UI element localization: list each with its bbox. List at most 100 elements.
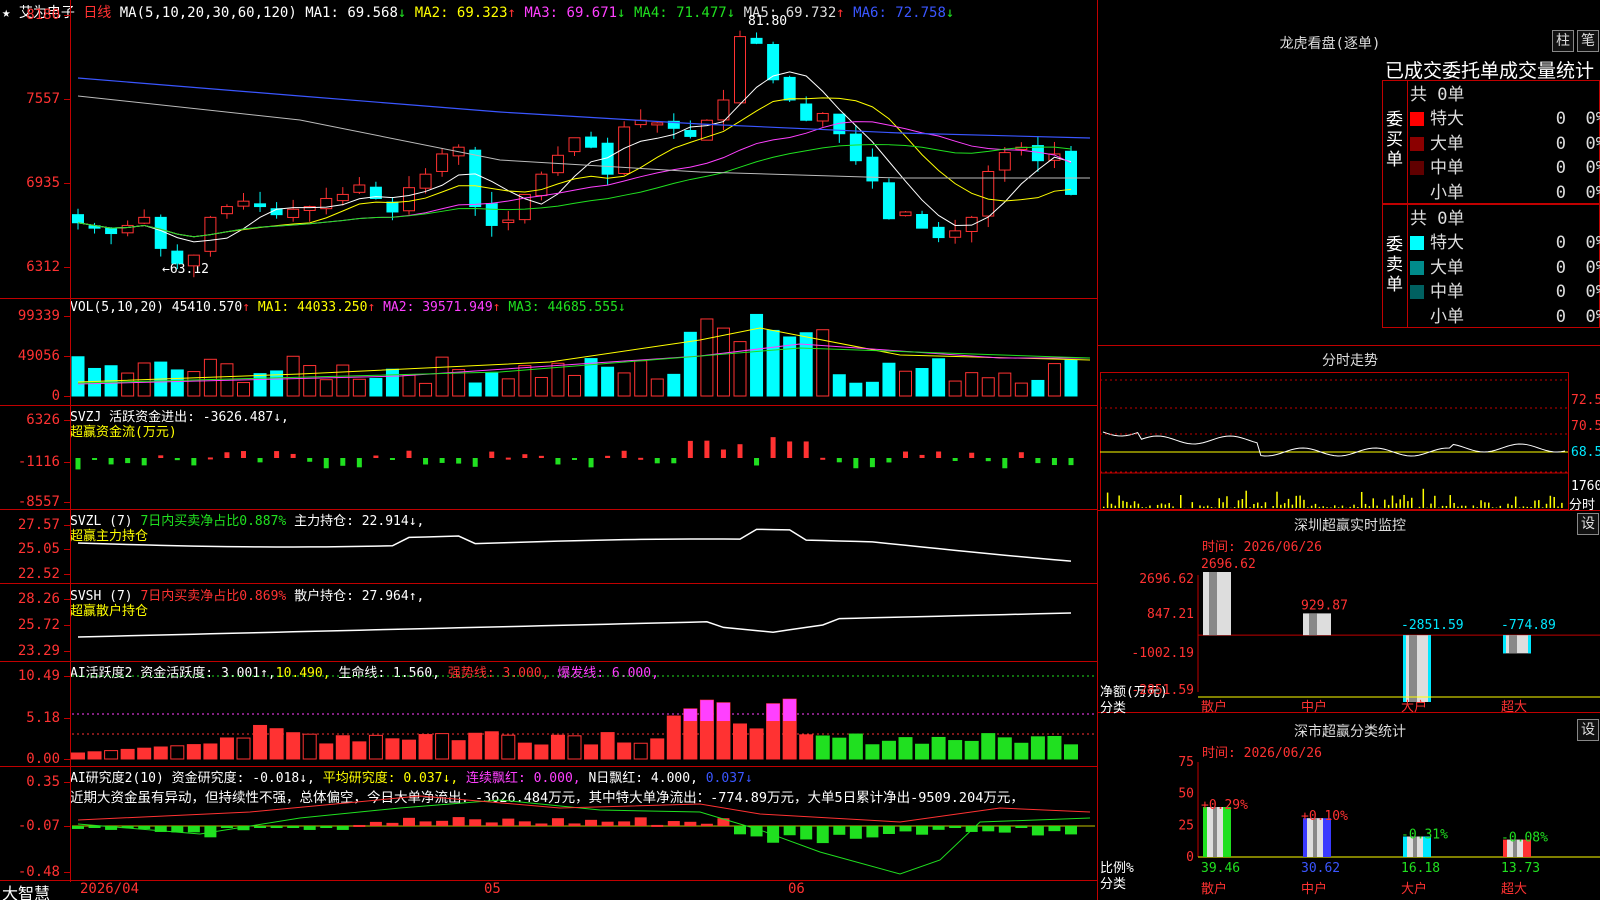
y-tick: [64, 396, 70, 397]
flow-bar: [224, 452, 230, 458]
research-bar: [220, 826, 233, 828]
active-bar: [203, 743, 218, 760]
y-tick: [64, 525, 70, 526]
active-bar: [931, 736, 946, 760]
volume-bar: [1014, 382, 1028, 397]
volume-bar: [237, 382, 250, 397]
flow-bar: [158, 455, 164, 458]
active-bar: [402, 739, 416, 760]
active-bar: [104, 750, 119, 760]
research-bar: [353, 824, 366, 827]
candle: [965, 216, 978, 232]
pen-toggle-button[interactable]: 笔: [1577, 30, 1599, 52]
classify-ytick-0: 75: [1178, 755, 1194, 770]
volume-bar: [121, 372, 135, 397]
monitor-ytick-2: -1002.19: [1131, 646, 1194, 661]
monitor-bar-edge: [1503, 635, 1506, 654]
active-bar: [368, 734, 383, 760]
candle: [254, 203, 267, 208]
volume-bar: [915, 368, 929, 397]
monitor-title: 深圳超赢实时监控: [1294, 518, 1406, 534]
order-row-2: 中单00%: [1410, 153, 1600, 178]
active-bar: [170, 745, 185, 760]
research-bar: [336, 826, 349, 830]
classify-bar-stripe-2: [1413, 836, 1417, 857]
volume-bar: [849, 382, 863, 397]
intraday-ytick-3: 1760: [1571, 479, 1600, 494]
research-bar: [1048, 826, 1061, 832]
buy-side-label: 委买单: [1386, 110, 1403, 170]
flow-bar: [621, 450, 627, 458]
active-bar: [799, 734, 814, 760]
order-total: 共 0单: [1410, 85, 1465, 105]
active-bar: [1030, 736, 1045, 760]
classify-bar-3: [1503, 839, 1531, 857]
order-row-3: 小单00%: [1430, 306, 1600, 327]
candle: [237, 200, 250, 207]
candle: [734, 36, 746, 104]
classify-bar-stripe-0: [1213, 807, 1217, 857]
candle: [535, 173, 548, 197]
research-bar: [734, 826, 746, 835]
research-bar: [187, 826, 200, 833]
research-bar: [783, 826, 796, 836]
volume-bar: [568, 374, 581, 397]
flow-bar: [340, 458, 346, 466]
classify-bar-core-0: [1207, 807, 1223, 857]
intraday-chart[interactable]: [1100, 372, 1569, 510]
research-bar: [700, 823, 713, 826]
active-bar: [865, 744, 880, 760]
research-bar: [882, 826, 895, 835]
monitor-settings-button[interactable]: 设: [1577, 513, 1599, 535]
active-bar: [335, 735, 350, 760]
classify-cat-1: 中户: [1301, 881, 1327, 897]
active-bar: [584, 744, 599, 760]
active-bar: [236, 737, 251, 760]
classify-title: 深市超赢分类统计: [1294, 724, 1406, 740]
flow-bar: [936, 451, 942, 458]
monitor-bar-label-3: -774.89: [1501, 618, 1556, 633]
classify-time: 时间: 2026/06/26: [1202, 746, 1322, 761]
classify-ylabel2: 分类: [1100, 877, 1127, 892]
volume-bar: [170, 369, 184, 397]
active-bar: [815, 735, 830, 760]
active-bar: [898, 737, 913, 760]
y-tick: [64, 625, 70, 626]
active-burst: [766, 703, 780, 721]
classify-settings-button[interactable]: 设: [1577, 719, 1599, 741]
classify-value-2: 16.18: [1401, 861, 1440, 876]
active-burst: [700, 700, 714, 721]
y-tick: [64, 462, 70, 463]
research-bar: [1031, 826, 1044, 836]
volume-bar: [352, 378, 366, 397]
flow-bar: [257, 458, 263, 463]
active-bar: [418, 734, 433, 760]
active-bar: [832, 737, 847, 760]
candle: [171, 250, 184, 264]
monitor-bar-stripe-2: [1409, 635, 1417, 702]
volume-bar: [634, 360, 648, 397]
candle: [1065, 150, 1077, 195]
candle: [469, 149, 482, 208]
ma-line-5: [77, 95, 1090, 179]
research-bar: [551, 818, 564, 826]
candle: [220, 206, 233, 215]
sell-side-label: 委卖单: [1386, 235, 1403, 295]
active-bar: [633, 742, 648, 760]
research-bar: [485, 822, 498, 826]
order-row-3: 小单00%: [1430, 182, 1600, 203]
flow-bar: [1051, 458, 1057, 466]
volume-bar: [468, 382, 482, 397]
active-bar: [600, 732, 615, 760]
flow-bar: [241, 451, 246, 458]
research-bar: [800, 826, 813, 840]
volume-bar: [369, 377, 383, 397]
y-tick: [64, 676, 70, 677]
active-bar: [186, 744, 201, 760]
candle: [849, 133, 862, 162]
y-tick: [64, 549, 70, 550]
dragon-subtitle: 已成交委托单成交量统计: [1385, 60, 1595, 82]
candle: [585, 136, 598, 148]
bar-toggle-button[interactable]: 柱: [1552, 30, 1574, 52]
flow-bar: [654, 458, 660, 464]
